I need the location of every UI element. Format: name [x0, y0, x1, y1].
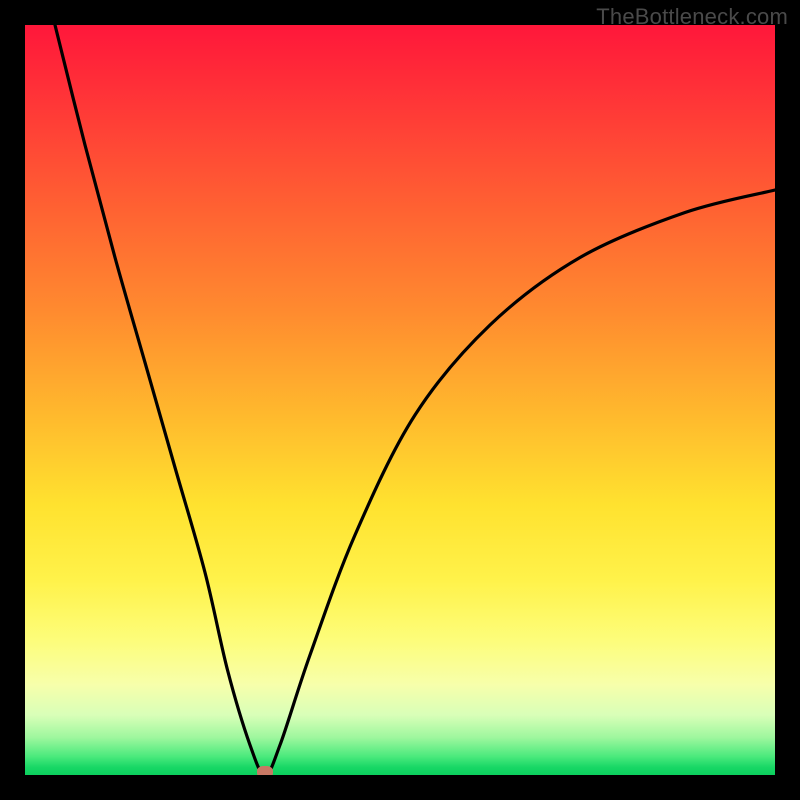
min-point-marker [257, 766, 273, 775]
plot-area [25, 25, 775, 775]
plot-inner [25, 25, 775, 775]
watermark-text: TheBottleneck.com [596, 4, 788, 30]
chart-frame: TheBottleneck.com [0, 0, 800, 800]
bottleneck-curve [25, 25, 775, 775]
